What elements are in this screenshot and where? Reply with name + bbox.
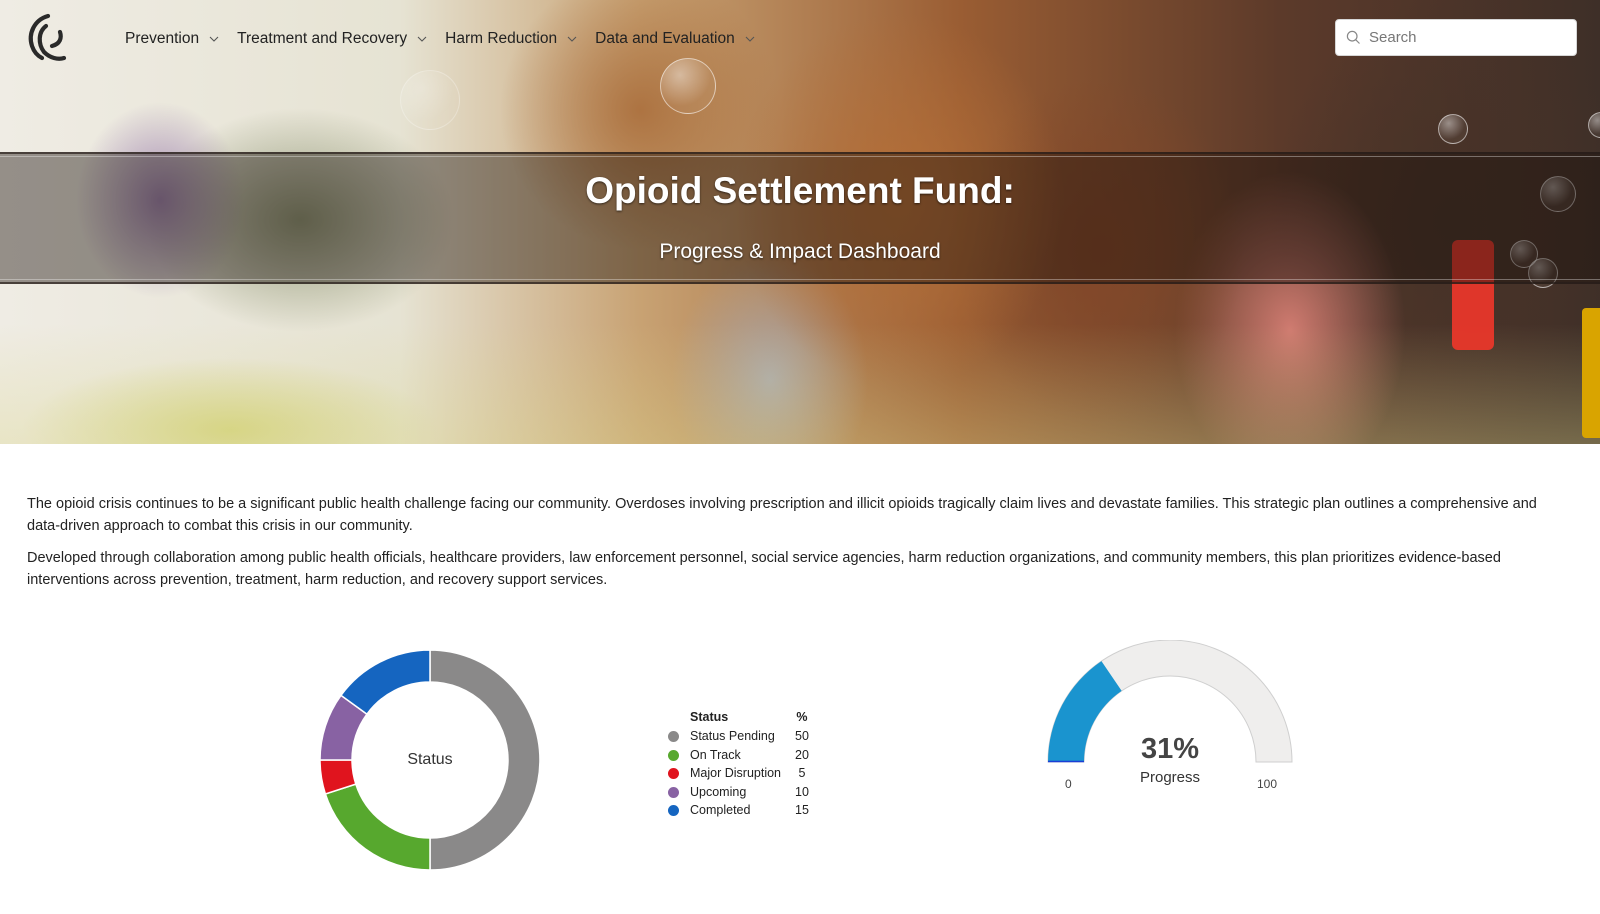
nav-item-prevention[interactable]: Prevention [125, 28, 219, 50]
donut-svg [319, 649, 541, 871]
legend-swatch-cell [668, 727, 690, 746]
legend-label: On Track [690, 747, 741, 762]
chevron-down-icon [567, 36, 577, 42]
legend-table: Status % Status Pending 50 On Track 20 Major… [668, 710, 809, 820]
legend-header-status: Status [690, 710, 729, 724]
status-donut-chart: Status [310, 640, 550, 880]
legend-swatch-cell [668, 746, 690, 765]
legend-swatch-cell [668, 801, 690, 820]
nav-item-treatment-and-recovery[interactable]: Treatment and Recovery [237, 28, 427, 50]
page-title: Opioid Settlement Fund: [585, 170, 1015, 211]
search-input[interactable] [1369, 29, 1559, 46]
legend-swatch [668, 805, 679, 817]
legend-swatch [668, 731, 679, 743]
gauge-max-label: 100 [1257, 777, 1278, 791]
nav-item-harm-reduction[interactable]: Harm Reduction [445, 28, 577, 50]
hero-banner: Opioid Settlement Fund: Progress & Impac… [0, 0, 1600, 444]
legend-value: 20 [795, 747, 809, 762]
chevron-down-icon [209, 36, 219, 42]
hero-image-overlay [0, 324, 1600, 444]
intro-paragraph: Developed through collaboration among pu… [27, 550, 1501, 588]
main-nav: Prevention Treatment and Recovery Harm R… [125, 28, 773, 50]
chevron-down-icon [417, 36, 427, 42]
legend-row: Major Disruption 5 [668, 764, 809, 783]
legend-row: On Track 20 [668, 746, 809, 765]
status-legend: Status % Status Pending 50 On Track 20 Major… [668, 710, 809, 820]
legend-value: 10 [795, 784, 809, 799]
bubble-bottle-image [1582, 308, 1600, 438]
search-box[interactable] [1335, 19, 1577, 56]
legend-spacer [668, 710, 690, 727]
donut-slice-on-track[interactable] [324, 783, 431, 871]
legend-swatch [668, 786, 679, 798]
gauge-min-label: 0 [1065, 777, 1072, 791]
intro-paragraph: The opioid crisis continues to be a sign… [27, 496, 1537, 534]
search-icon [1346, 30, 1360, 44]
legend-label: Upcoming [690, 784, 747, 799]
nav-item-label: Harm Reduction [445, 30, 558, 47]
nav-item-label: Data and Evaluation [595, 30, 735, 47]
page-subtitle: Progress & Impact Dashboard [659, 240, 941, 263]
legend-swatch [668, 749, 679, 761]
legend-value: 5 [798, 766, 806, 781]
legend-value: 50 [795, 729, 809, 744]
donut-slice-status-pending[interactable] [429, 649, 541, 871]
bubble-decoration [1588, 112, 1600, 138]
legend-swatch-cell [668, 783, 690, 802]
legend-value: 15 [795, 803, 809, 818]
donut-slice-completed[interactable] [339, 649, 431, 716]
legend-row: Completed 15 [668, 801, 809, 820]
site-logo-icon[interactable] [26, 12, 72, 64]
nav-item-label: Treatment and Recovery [237, 30, 408, 47]
chevron-down-icon [745, 36, 755, 42]
bubble-decoration [400, 70, 460, 130]
gauge-value-label: 31% [1140, 733, 1200, 765]
legend-label: Major Disruption [690, 766, 782, 781]
progress-gauge: 31% Progress 0 100 [1040, 639, 1300, 791]
nav-item-label: Prevention [125, 30, 200, 47]
legend-label: Status Pending [690, 729, 775, 744]
legend-swatch [668, 768, 679, 780]
legend-swatch-cell [668, 764, 690, 783]
legend-row: Upcoming 10 [668, 783, 809, 802]
bubble-decoration [660, 58, 716, 114]
legend-body: Status Pending 50 On Track 20 Major Disrupti… [668, 727, 809, 820]
bubble-decoration [1438, 114, 1468, 144]
legend-header-percent: % [796, 710, 808, 724]
intro-text: The opioid crisis continues to be a sign… [27, 494, 1567, 602]
legend-label: Completed [690, 803, 751, 818]
legend-row: Status Pending 50 [668, 727, 809, 746]
nav-item-data-and-evaluation[interactable]: Data and Evaluation [595, 28, 755, 50]
